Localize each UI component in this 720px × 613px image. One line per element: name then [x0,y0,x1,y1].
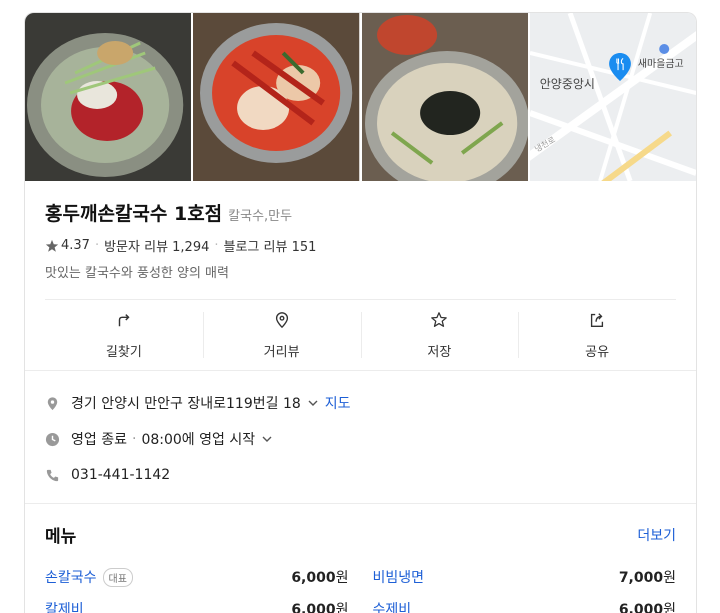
map-label-store: 새마을금고 [637,59,684,70]
opening-hours: 08:00에 영업 시작 [141,432,256,448]
menu-item-name[interactable]: 손칼국수 [45,567,97,587]
info-section: 경기 안양시 만안구 장내로119번길 18 지도 영업 종료 · 08:00에… [25,371,696,493]
address-row: 경기 안양시 만안구 장내로119번길 18 지도 [45,385,676,421]
menu-item-unit: 원 [335,602,349,613]
menu-item-unit: 원 [663,602,676,613]
share-icon [588,311,606,333]
place-name[interactable]: 홍두깨손칼국수 1호점 [45,199,222,226]
action-bar: 길찾기 거리뷰 저장 공유 [45,299,676,370]
location-icon [45,396,71,411]
menu-list: 손칼국수 대표 6,000원 비빔냉면 7,000원 칼제비 6,000원 수제… [45,561,676,613]
street-view-label: 거리뷰 [263,344,300,360]
menu-title: 메뉴 [45,527,77,547]
menu-item-name[interactable]: 비빔냉면 [373,567,425,587]
menu-item-unit: 원 [335,570,349,586]
menu-item: 수제비 6,000원 [373,593,677,613]
mini-map[interactable]: 안양중앙시 새마을금고 냉천로 [529,13,696,181]
street-view-button[interactable]: 거리뷰 [202,300,361,370]
map-label-station: 안양중앙시 [539,77,595,91]
photo-kimchi[interactable] [193,13,360,181]
menu-more-link[interactable]: 더보기 [637,525,676,545]
menu-section: 메뉴 더보기 손칼국수 대표 6,000원 비빔냉면 7,000원 칼제비 6,… [25,503,696,613]
photo-kalguksu[interactable] [361,13,528,181]
visitor-reviews-link[interactable]: 방문자 리뷰 1,294 [104,236,209,255]
map-pin-icon [606,53,634,81]
photo-bibim-noodles[interactable] [25,13,192,181]
directions-icon [115,311,133,333]
menu-item-unit: 원 [663,570,676,586]
rating-value: 4.37 [61,238,90,253]
menu-item-price: 7,000 [618,570,664,586]
address-text[interactable]: 경기 안양시 만안구 장내로119번길 18 [71,393,301,413]
save-label: 저장 [427,344,452,360]
map-link[interactable]: 지도 [325,393,351,413]
business-status: 영업 종료 [71,432,127,448]
menu-item-name[interactable]: 칼제비 [45,599,84,613]
location-pin-icon [273,311,291,333]
directions-label: 길찾기 [105,344,142,360]
place-header: 홍두깨손칼국수 1호점 칼국수,만두 4.37 · 방문자 리뷰 1,294 ·… [25,181,696,281]
share-label: 공유 [585,344,610,360]
save-button[interactable]: 저장 [360,300,519,370]
menu-item-price: 6,000 [291,602,336,613]
directions-button[interactable]: 길찾기 [45,300,203,370]
phone-row: 031-441-1142 [45,457,676,493]
phone-icon [45,468,71,483]
menu-item-price: 6,000 [291,570,336,586]
phone-number[interactable]: 031-441-1142 [71,467,170,483]
menu-item: 비빔냉면 7,000원 [373,561,677,593]
place-card: 안양중앙시 새마을금고 냉천로 홍두깨손칼국수 1호점 칼국수,만두 4.37 … [24,12,697,613]
menu-item: 손칼국수 대표 6,000원 [45,561,349,593]
chevron-down-icon[interactable] [261,433,273,445]
menu-item-name[interactable]: 수제비 [373,599,412,613]
clock-icon [45,432,71,447]
star-icon [45,239,59,253]
menu-item: 칼제비 6,000원 [45,593,349,613]
place-description: 맛있는 칼국수와 풍성한 양의 매력 [45,266,229,281]
hours-row[interactable]: 영업 종료 · 08:00에 영업 시작 [45,421,676,457]
chevron-down-icon[interactable] [307,397,319,409]
photo-strip: 안양중앙시 새마을금고 냉천로 [25,13,696,181]
rating-row: 4.37 · 방문자 리뷰 1,294 · 블로그 리뷰 151 [45,236,676,255]
signature-badge: 대표 [102,567,133,587]
share-button[interactable]: 공유 [518,300,676,370]
blog-reviews-link[interactable]: 블로그 리뷰 151 [224,236,317,255]
menu-item-price: 6,000 [618,602,664,613]
star-outline-icon [430,311,448,333]
place-category: 칼국수,만두 [228,209,293,224]
